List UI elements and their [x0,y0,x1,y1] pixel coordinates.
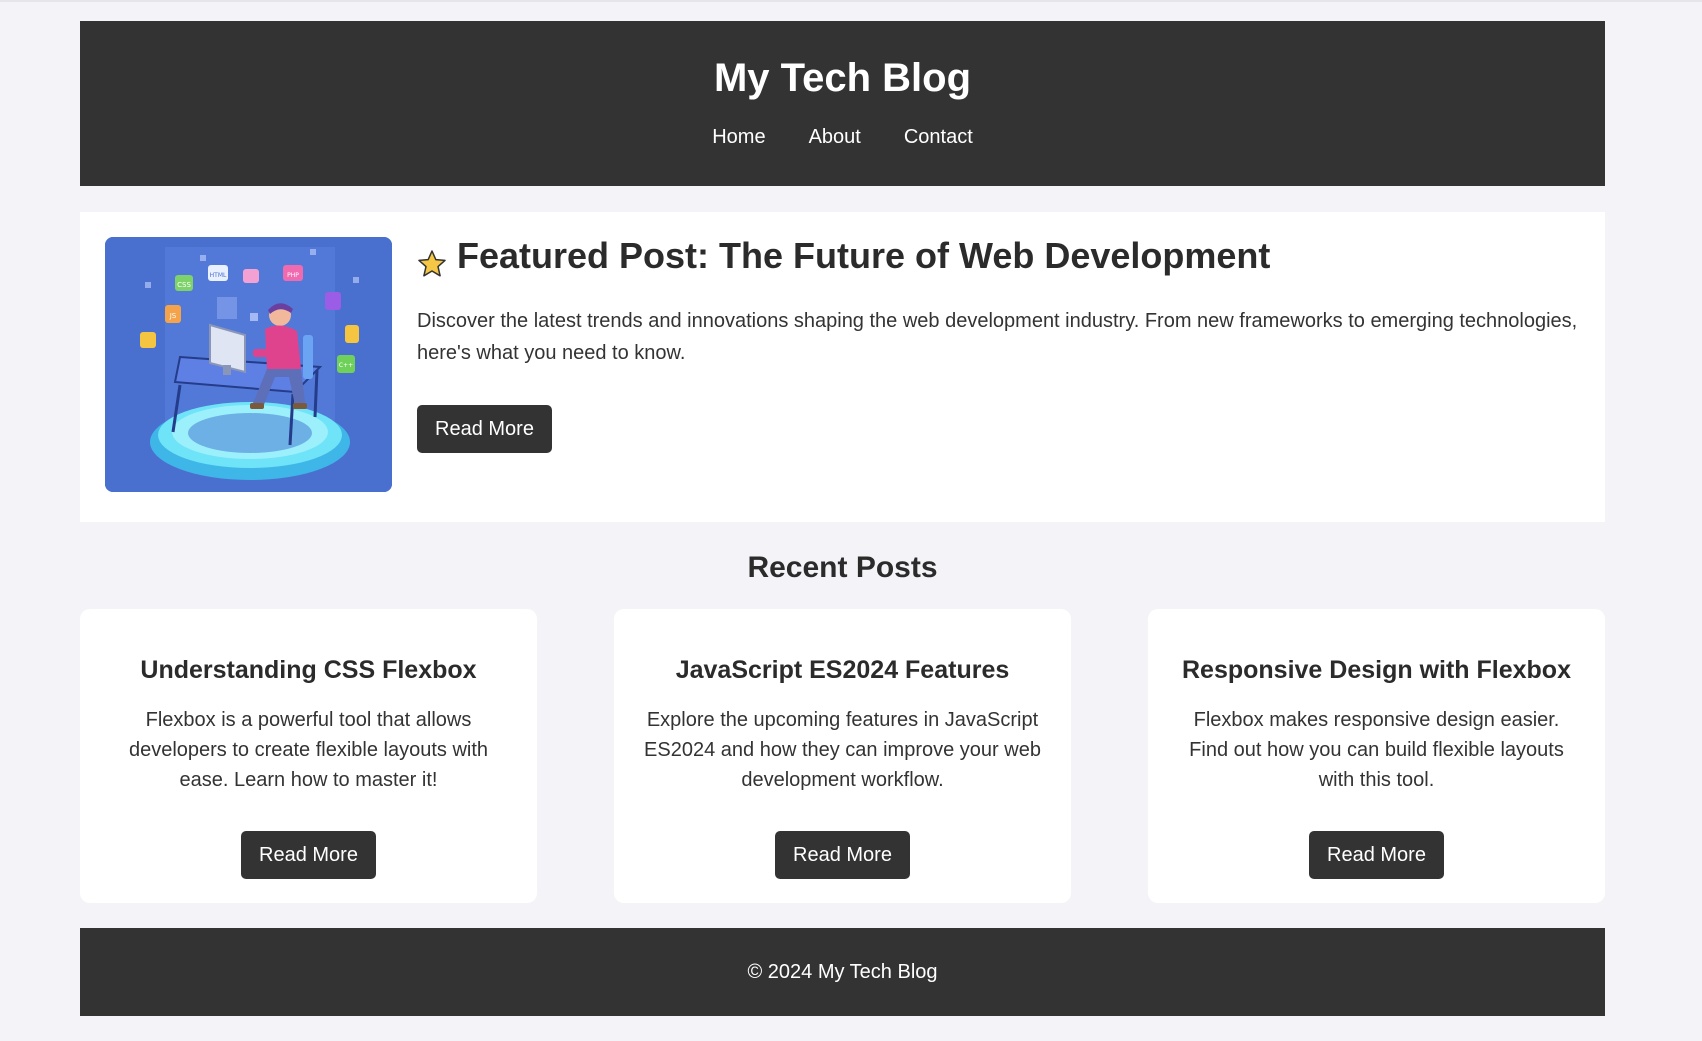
nav-contact-link[interactable]: Contact [904,126,973,149]
post-card-title: JavaScript ES2024 Features [675,656,1010,684]
badge-php-label: PHP [287,272,299,279]
post-card: Responsive Design with Flexbox Flexbox m… [1148,609,1605,903]
post-card-excerpt: Flexbox makes responsive design easier. … [1189,709,1564,791]
post-read-more-button[interactable]: Read More [241,831,376,879]
main-nav: Home About Contact [80,126,1605,149]
post-card-excerpt: Flexbox is a powerful tool that allows d… [128,709,489,791]
post-read-more-button[interactable]: Read More [1309,831,1444,879]
featured-illustration: CSS HTML PHP JS C++ [105,237,392,492]
site-title: My Tech Blog [713,56,972,100]
badge-cpp-label: C++ [339,362,353,369]
featured-read-more-button[interactable]: Read More [417,405,552,454]
post-read-more-button[interactable]: Read More [775,831,910,879]
featured-content: Featured Post: The Future of Web Develop… [417,234,1581,454]
recent-posts-list: Understanding CSS Flexbox Flexbox is a p… [80,609,1605,903]
top-border [0,0,1702,2]
badge-js-label: JS [169,312,177,320]
post-card-title: Responsive Design with Flexbox [1182,656,1571,684]
recent-posts-heading: Recent Posts [747,551,938,584]
featured-title: Featured Post: The Future of Web Develop… [417,234,1581,277]
featured-post: CSS HTML PHP JS C++ Featured Post: The F… [80,212,1605,522]
featured-title-text: Featured Post: The Future of Web Develop… [457,235,1271,276]
featured-excerpt: Discover the latest trends and innovatio… [417,310,1578,365]
badge-html-label: HTML [210,272,227,279]
footer-copyright: © 2024 My Tech Blog [747,961,938,983]
post-card-excerpt: Explore the upcoming features in JavaScr… [644,709,1041,791]
post-card: Understanding CSS Flexbox Flexbox is a p… [80,609,537,903]
page-container: My Tech Blog Home About Contact CSS HTML… [80,21,1605,1016]
site-footer: © 2024 My Tech Blog [80,928,1605,1016]
site-header: My Tech Blog Home About Contact [80,21,1605,186]
nav-home-link[interactable]: Home [712,126,765,149]
nav-about-link[interactable]: About [809,126,861,149]
post-card: JavaScript ES2024 Features Explore the u… [614,609,1071,903]
post-card-title: Understanding CSS Flexbox [140,656,477,684]
star-icon [417,245,447,277]
badge-css-label: CSS [177,281,191,289]
